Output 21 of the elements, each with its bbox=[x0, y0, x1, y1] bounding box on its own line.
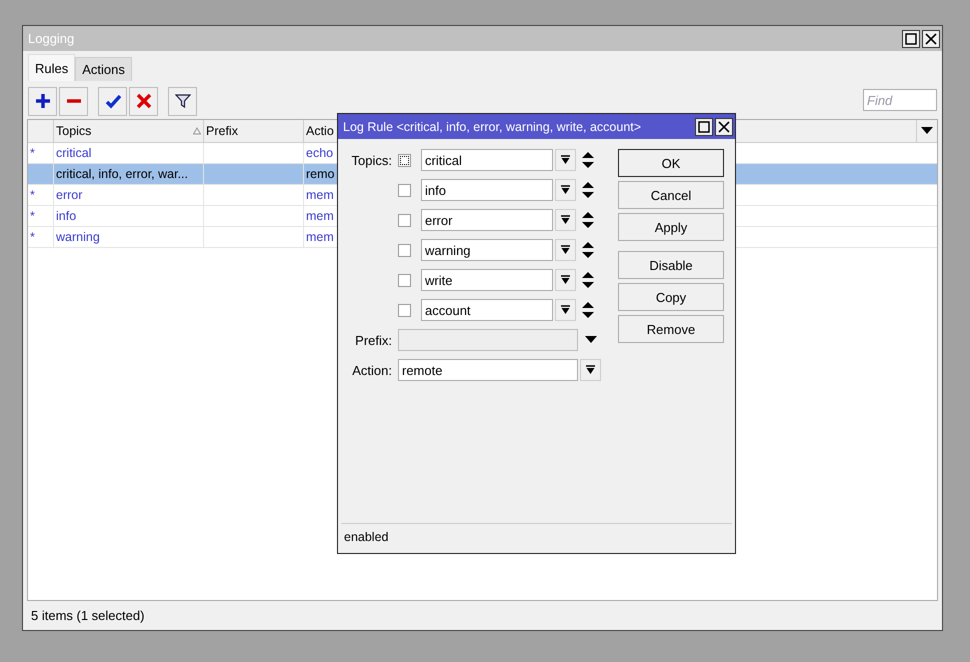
table-cell: remo bbox=[306, 167, 334, 181]
table-cell: error bbox=[56, 188, 82, 202]
dialog-title: Log Rule <critical, info, error, warning, write, account> bbox=[343, 120, 642, 134]
table-cell: critical bbox=[56, 146, 92, 160]
table-cell: mem bbox=[306, 209, 334, 223]
table-cell: mem bbox=[306, 188, 334, 202]
field-label: Prefix: bbox=[355, 332, 392, 348]
table-cell: mem bbox=[306, 230, 334, 244]
status-text: enabled bbox=[344, 530, 388, 544]
asterisk-label: * bbox=[30, 146, 35, 160]
field-label: Topics: bbox=[352, 152, 392, 168]
table-cell: info bbox=[56, 209, 76, 223]
field-label: Action: bbox=[352, 362, 392, 378]
asterisk-label: * bbox=[30, 188, 35, 202]
table-cell: echo bbox=[306, 146, 334, 160]
asterisk-label: * bbox=[30, 209, 35, 223]
asterisk-label: * bbox=[30, 230, 35, 244]
table-cell: warning bbox=[56, 230, 100, 244]
status-text: 5 items (1 selected) bbox=[31, 608, 144, 623]
window-title: Logging bbox=[28, 31, 76, 46]
table-cell: critical, info, error, war... bbox=[56, 167, 188, 181]
